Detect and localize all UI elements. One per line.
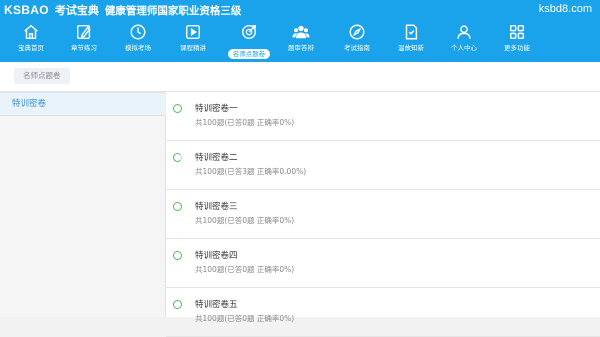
nav-mock-exam[interactable]: 模拟考场 xyxy=(113,20,163,62)
nav-label: 模拟考场 xyxy=(125,44,151,52)
progress-ring-icon xyxy=(173,202,182,211)
paper-row[interactable]: 特训密卷二 共100题(已答3题 正确率0.00%) xyxy=(166,141,600,190)
nav-label: 考试指南 xyxy=(344,44,370,52)
compass-icon xyxy=(349,24,365,40)
user-icon xyxy=(457,25,471,39)
site-url[interactable]: ksbd8.com xyxy=(539,3,592,15)
paper-row[interactable]: 特训密卷五 共100题(已答0题 正确率0%) xyxy=(166,288,600,337)
edit-icon xyxy=(76,24,91,40)
progress-ring-icon xyxy=(173,104,182,113)
progress-ring-icon xyxy=(173,300,182,309)
tab-teacher-papers[interactable]: 名师点题卷 xyxy=(14,68,70,84)
nav-label: 名师点题卷 xyxy=(227,49,271,59)
nav-review-defense[interactable]: 题审答辩 xyxy=(276,20,326,62)
paper-summary: 共100题(已答0题 正确率0%) xyxy=(195,314,295,323)
paper-row[interactable]: 特训密卷四 共100题(已答0题 正确率0%) xyxy=(166,239,600,288)
nav-label: 温故知新 xyxy=(398,44,424,52)
sidebar: 特训密卷 xyxy=(0,92,166,317)
brand[interactable]: KSBAO 考试宝典 健康管理师国家职业资格三级 xyxy=(4,2,241,18)
paper-title: 特训密卷三 xyxy=(195,202,238,212)
paper-summary: 共100题(已答0题 正确率0%) xyxy=(195,118,295,127)
paper-row[interactable]: 特训密卷一 共100题(已答0题 正确率0%) xyxy=(166,92,600,141)
video-icon xyxy=(185,24,201,40)
main-nav: 宝典首页 章节练习 模拟考场 课程精讲 名师点题卷 题审答辩 考试指南 温故知新… xyxy=(0,20,600,62)
nav-label: 题审答辩 xyxy=(288,44,314,52)
paper-summary: 共100题(已答0题 正确率0%) xyxy=(195,216,295,225)
nav-course[interactable]: 课程精讲 xyxy=(168,20,218,62)
progress-ring-icon xyxy=(173,153,182,162)
target-icon xyxy=(241,24,257,40)
nav-exam-guide[interactable]: 考试指南 xyxy=(332,20,382,62)
paper-list: 特训密卷一 共100题(已答0题 正确率0%) 特训密卷二 共100题(已答3题… xyxy=(166,92,600,337)
nav-review[interactable]: 温故知新 xyxy=(386,20,436,62)
nav-label: 个人中心 xyxy=(451,44,477,52)
clock-icon xyxy=(130,24,146,40)
paper-title: 特训密卷五 xyxy=(195,300,238,310)
paper-summary: 共100题(已答0题 正确率0%) xyxy=(195,265,295,274)
progress-ring-icon xyxy=(173,251,182,260)
sub-tab-bar: 名师点题卷 xyxy=(0,62,600,92)
nav-chapter-practice[interactable]: 章节练习 xyxy=(59,20,109,62)
nav-label: 宝典首页 xyxy=(18,44,44,52)
notebook-icon xyxy=(405,24,418,40)
exam-title: 健康管理师国家职业资格三级 xyxy=(104,4,242,17)
sidebar-item-special-papers[interactable]: 特训密卷 xyxy=(0,92,166,116)
home-icon xyxy=(24,24,38,40)
app-header: KSBAO 考试宝典 健康管理师国家职业资格三级 ksbd8.com 宝典首页 … xyxy=(0,0,600,62)
logo: KSBAO xyxy=(4,3,49,17)
nav-profile[interactable]: 个人中心 xyxy=(439,20,489,62)
paper-title: 特训密卷二 xyxy=(195,153,238,163)
nav-label: 课程精讲 xyxy=(180,44,206,52)
nav-label: 章节练习 xyxy=(71,44,97,52)
nav-teacher-papers[interactable]: 名师点题卷 xyxy=(222,20,276,62)
nav-label: 更多功能 xyxy=(504,44,530,52)
paper-row[interactable]: 特训密卷三 共100题(已答0题 正确率0%) xyxy=(166,190,600,239)
paper-summary: 共100题(已答3题 正确率0.00%) xyxy=(195,167,307,176)
users-icon xyxy=(292,25,310,39)
nav-more[interactable]: 更多功能 xyxy=(492,20,542,62)
paper-title: 特训密卷四 xyxy=(195,251,238,261)
grid-icon xyxy=(509,24,525,40)
paper-title: 特训密卷一 xyxy=(195,104,238,114)
logo-chinese: 考试宝典 xyxy=(54,4,99,17)
nav-home[interactable]: 宝典首页 xyxy=(6,20,56,62)
